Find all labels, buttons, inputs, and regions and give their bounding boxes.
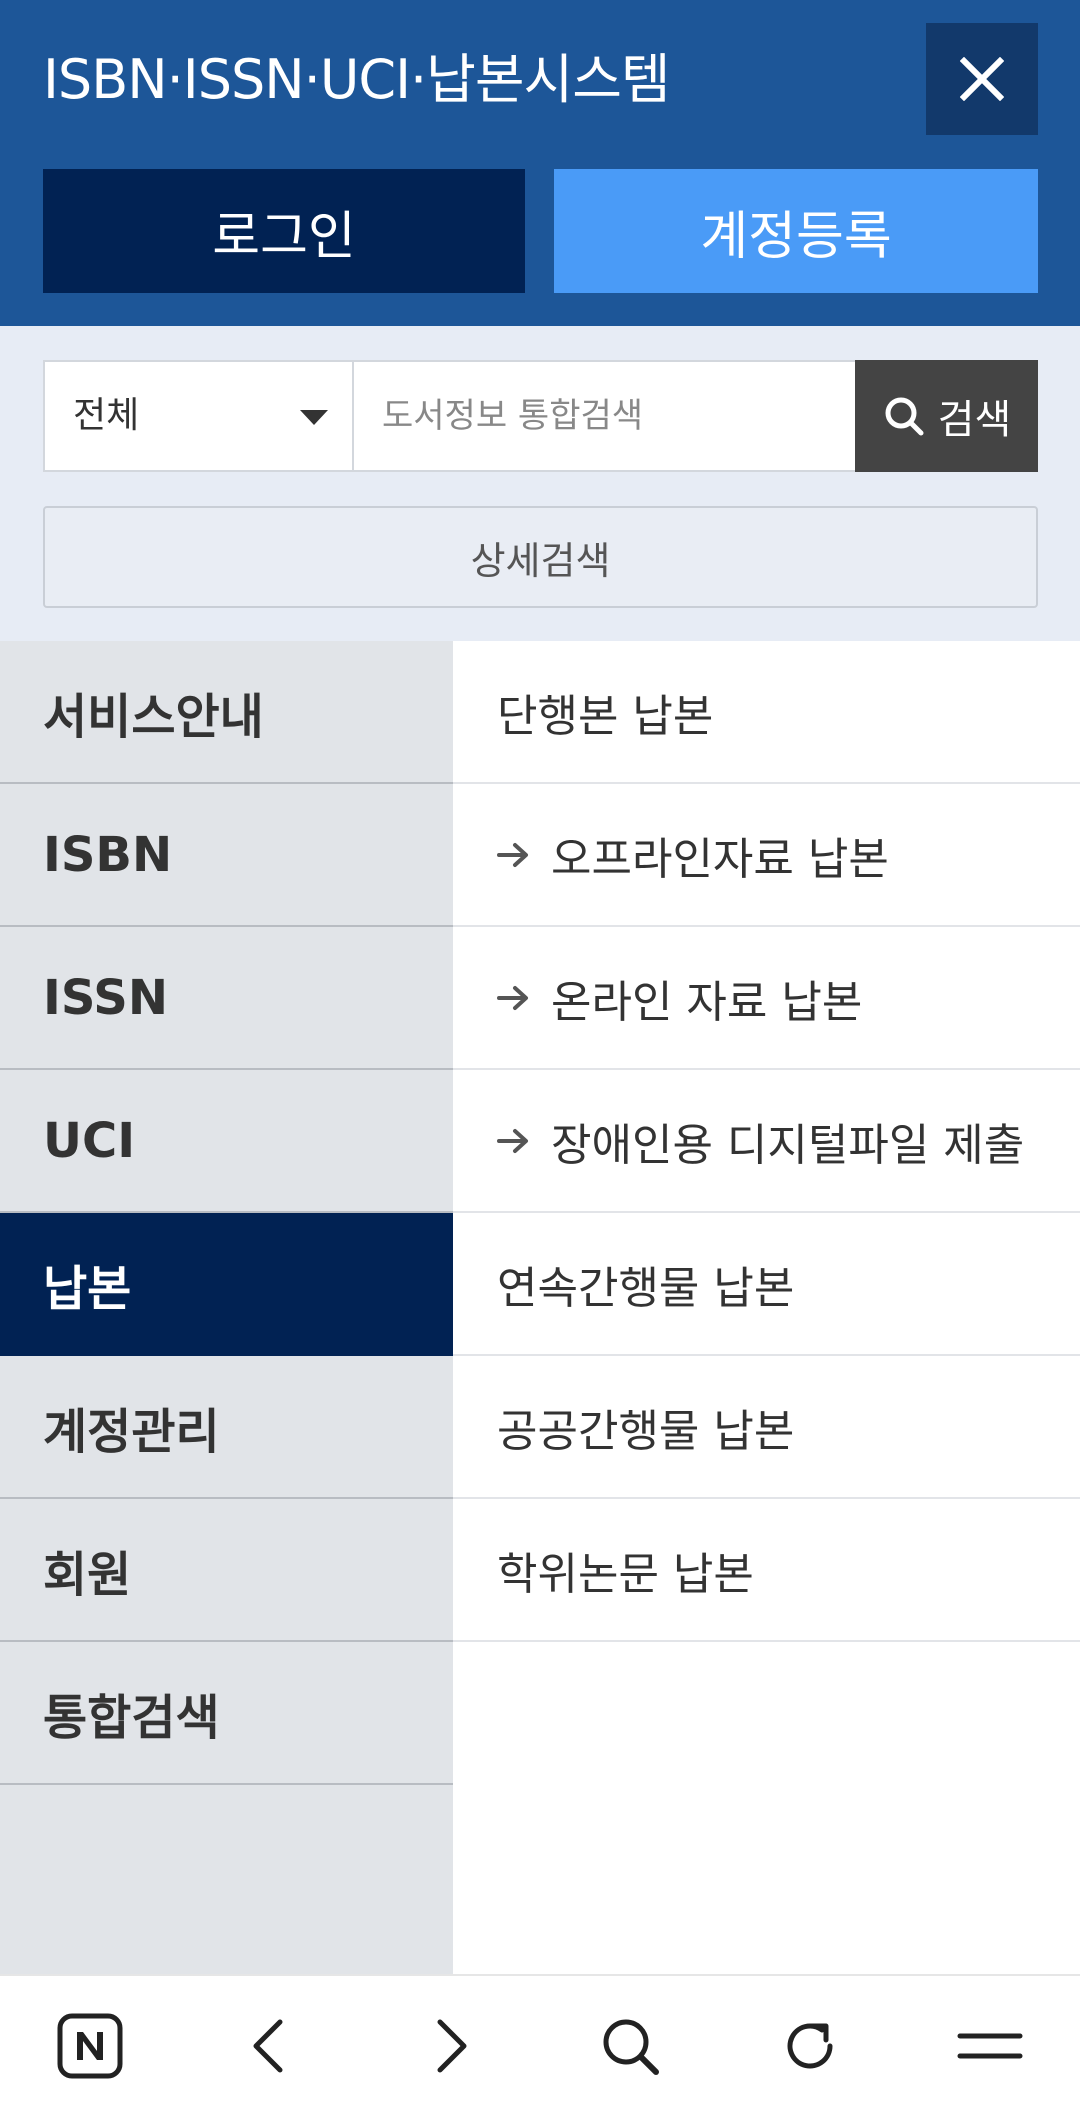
- close-icon: [960, 57, 1004, 101]
- menu-button[interactable]: [930, 1976, 1050, 2113]
- browser-search-button[interactable]: [570, 1976, 690, 2113]
- header: ISBN·ISSN·UCI·납본시스템 로그인 계정등록: [0, 0, 1080, 326]
- close-button[interactable]: [926, 23, 1038, 135]
- menu-category-issn[interactable]: ISSN: [0, 927, 453, 1070]
- submenu-item[interactable]: 온라인 자료 납본: [453, 927, 1080, 1070]
- menu-categories: 서비스안내 ISBN ISSN UCI 납본 계정관리 회원 통합검색: [0, 641, 453, 1974]
- register-button[interactable]: 계정등록: [554, 169, 1038, 293]
- search-area: 전체 검색 상세검색: [0, 326, 1080, 641]
- arrow-right-icon: [497, 1126, 531, 1156]
- submenu-item-label: 장애인용 디지털파일 제출: [551, 1119, 1025, 1171]
- navigation-menu: 서비스안내 ISBN ISSN UCI 납본 계정관리 회원 통합검색 단행본 …: [0, 641, 1080, 1974]
- back-button[interactable]: [209, 1976, 329, 2113]
- menu-category-account[interactable]: 계정관리: [0, 1356, 453, 1499]
- submenu-item[interactable]: 장애인용 디지털파일 제출: [453, 1070, 1080, 1213]
- menu-submenu: 단행본 납본 오프라인자료 납본 온라인 자료 납본 장애인용 디지털파일 제출…: [453, 641, 1080, 1974]
- menu-icon: [957, 2033, 1023, 2058]
- naver-home-icon: [57, 2013, 123, 2078]
- submenu-item-label: 연속간행물 납본: [497, 1262, 795, 1314]
- naver-home-button[interactable]: [30, 1976, 150, 2113]
- search-icon: [603, 2019, 659, 2075]
- submenu-item-label: 학위논문 납본: [497, 1548, 754, 1600]
- menu-category-deposit[interactable]: 납본: [0, 1213, 453, 1356]
- site-title: ISBN·ISSN·UCI·납본시스템: [43, 48, 671, 111]
- submenu-item-label: 온라인 자료 납본: [551, 976, 863, 1028]
- search-scope-select[interactable]: 전체: [43, 360, 353, 472]
- menu-category-service-guide[interactable]: 서비스안내: [0, 641, 453, 784]
- back-icon: [253, 2019, 283, 2072]
- caret-down-icon: [300, 410, 328, 425]
- browser-toolbar: [0, 1974, 1080, 2113]
- search-scope-value: 전체: [73, 395, 140, 436]
- menu-category-integrated-search[interactable]: 통합검색: [0, 1642, 453, 1785]
- menu-category-uci[interactable]: UCI: [0, 1070, 453, 1213]
- submenu-item[interactable]: 연속간행물 납본: [453, 1213, 1080, 1356]
- submenu-item[interactable]: 오프라인자료 납본: [453, 784, 1080, 927]
- menu-category-isbn[interactable]: ISBN: [0, 784, 453, 927]
- search-button-label: 검색: [937, 397, 1012, 443]
- search-button[interactable]: 검색: [855, 360, 1038, 472]
- submenu-item-label: 단행본 납본: [497, 690, 714, 742]
- submenu-item-label: 공공간행물 납본: [497, 1405, 795, 1457]
- advanced-search-button[interactable]: 상세검색: [43, 506, 1038, 608]
- login-button[interactable]: 로그인: [43, 169, 525, 293]
- forward-button[interactable]: [391, 1976, 511, 2113]
- refresh-icon: [787, 2023, 833, 2068]
- submenu-item[interactable]: 단행본 납본: [453, 641, 1080, 784]
- arrow-right-icon: [497, 983, 531, 1013]
- forward-icon: [437, 2019, 467, 2072]
- menu-category-member[interactable]: 회원: [0, 1499, 453, 1642]
- refresh-button[interactable]: [750, 1976, 870, 2113]
- submenu-item[interactable]: 공공간행물 납본: [453, 1356, 1080, 1499]
- submenu-item-label: 오프라인자료 납본: [551, 833, 889, 885]
- search-input[interactable]: [353, 360, 855, 472]
- search-icon: [885, 397, 924, 436]
- submenu-item[interactable]: 학위논문 납본: [453, 1499, 1080, 1642]
- arrow-right-icon: [497, 840, 531, 870]
